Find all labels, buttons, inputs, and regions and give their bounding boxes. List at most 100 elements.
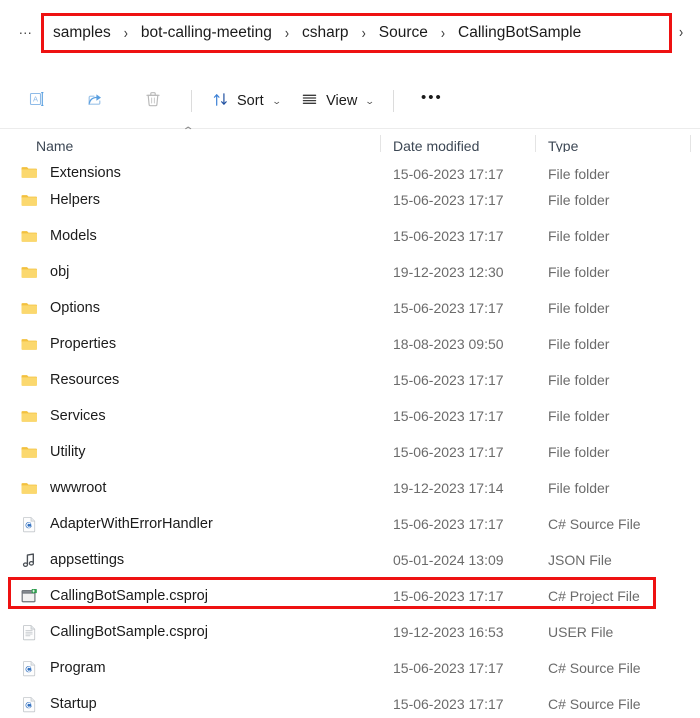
folder-icon xyxy=(20,227,39,246)
file-type-cell: File folder xyxy=(548,264,610,280)
file-row[interactable]: Properties 18-08-2023 09:50 File folder xyxy=(0,326,700,362)
breadcrumb-trailing-chevron-icon[interactable]: › xyxy=(679,23,683,41)
file-name-cell[interactable]: Services xyxy=(0,407,380,426)
breadcrumb-overflow-button[interactable]: … xyxy=(13,17,39,49)
chevron-down-icon: ⌄ xyxy=(271,95,282,106)
file-name-label: AdapterWithErrorHandler xyxy=(50,516,213,532)
generic-file-icon xyxy=(20,623,39,642)
file-name-cell[interactable]: obj xyxy=(0,263,380,282)
file-name-label: Properties xyxy=(50,336,117,352)
file-row[interactable]: Options 15-06-2023 17:17 File folder xyxy=(0,290,700,326)
file-name-cell[interactable]: Startup xyxy=(0,695,380,714)
breadcrumb-separator-icon: › xyxy=(123,24,128,42)
file-type-cell: C# Project File xyxy=(548,588,640,604)
folder-icon xyxy=(20,407,39,426)
breadcrumb-item-bot-calling-meeting[interactable]: bot-calling-meeting xyxy=(132,21,281,45)
file-date-modified-cell: 15-06-2023 17:17 xyxy=(393,696,504,712)
rename-button[interactable]: A xyxy=(10,84,64,118)
file-type-cell: File folder xyxy=(548,192,610,208)
file-type-cell: File folder xyxy=(548,480,610,496)
breadcrumb-item-source[interactable]: Source xyxy=(370,21,437,45)
command-bar: A Sort ⌄ View ⌄ ••• xyxy=(0,74,700,129)
file-date-modified-cell: 15-06-2023 17:17 xyxy=(393,228,504,244)
delete-button[interactable] xyxy=(126,84,180,118)
command-bar-divider xyxy=(392,90,394,112)
file-type-cell: File folder xyxy=(548,336,610,352)
file-type-cell: File folder xyxy=(548,166,610,182)
file-name-label: Utility xyxy=(50,444,86,460)
breadcrumb-separator-icon: › xyxy=(440,24,446,42)
file-type-cell: JSON File xyxy=(548,552,612,568)
file-row[interactable]: wwwroot 19-12-2023 17:14 File folder xyxy=(0,470,700,506)
file-name-label: Startup xyxy=(50,696,97,712)
csharp-file-icon xyxy=(20,695,39,714)
sort-button[interactable]: Sort ⌄ xyxy=(203,84,288,118)
breadcrumb-item-csharp[interactable]: csharp xyxy=(293,21,358,45)
file-name-cell[interactable]: Resources xyxy=(0,371,380,390)
file-date-modified-cell: 19-12-2023 12:30 xyxy=(393,264,504,280)
view-button[interactable]: View ⌄ xyxy=(292,84,382,118)
file-type-cell: C# Source File xyxy=(548,516,641,532)
folder-icon xyxy=(20,479,39,498)
breadcrumb-item-callingbotsample[interactable]: CallingBotSample xyxy=(449,21,590,45)
file-name-label: Program xyxy=(50,660,106,676)
file-name-label: CallingBotSample.csproj xyxy=(50,588,208,604)
sort-label: Sort xyxy=(237,93,264,109)
file-row[interactable]: Models 15-06-2023 17:17 File folder xyxy=(0,218,700,254)
file-name-label: CallingBotSample.csproj xyxy=(50,624,208,640)
file-date-modified-cell: 15-06-2023 17:17 xyxy=(393,516,504,532)
file-row[interactable]: Resources 15-06-2023 17:17 File folder xyxy=(0,362,700,398)
file-name-label: wwwroot xyxy=(50,480,107,496)
file-name-cell[interactable]: Models xyxy=(0,227,380,246)
file-name-label: Helpers xyxy=(50,192,100,208)
file-date-modified-cell: 05-01-2024 13:09 xyxy=(393,552,504,568)
file-name-cell[interactable]: Properties xyxy=(0,335,380,354)
breadcrumb-separator-icon: › xyxy=(361,24,366,42)
file-name-cell[interactable]: CallingBotSample.csproj xyxy=(0,623,380,642)
breadcrumb-item-samples[interactable]: samples xyxy=(44,21,120,45)
file-date-modified-cell: 15-06-2023 17:17 xyxy=(393,588,504,604)
file-name-cell[interactable]: CallingBotSample.csproj xyxy=(0,587,380,606)
file-name-cell[interactable]: Options xyxy=(0,299,380,318)
file-name-cell[interactable]: Utility xyxy=(0,443,380,462)
file-row[interactable]: appsettings 05-01-2024 13:09 JSON File xyxy=(0,542,700,578)
json-file-icon xyxy=(20,551,39,570)
file-date-modified-cell: 15-06-2023 17:17 xyxy=(393,166,504,182)
file-type-cell: File folder xyxy=(548,444,610,460)
file-date-modified-cell: 15-06-2023 17:17 xyxy=(393,408,504,424)
file-date-modified-cell: 18-08-2023 09:50 xyxy=(393,336,504,352)
folder-icon xyxy=(20,299,39,318)
file-type-cell: USER File xyxy=(548,624,614,640)
csproj-file-icon xyxy=(20,587,39,606)
file-row[interactable]: Utility 15-06-2023 17:17 File folder xyxy=(0,434,700,470)
file-row[interactable]: obj 19-12-2023 12:30 File folder xyxy=(0,254,700,290)
svg-text:A: A xyxy=(33,95,38,104)
breadcrumb-separator-icon: › xyxy=(284,24,290,42)
file-row[interactable]: Startup 15-06-2023 17:17 C# Source File xyxy=(0,686,700,718)
file-name-cell[interactable]: Helpers xyxy=(0,191,380,210)
share-button[interactable] xyxy=(68,84,122,118)
file-type-cell: C# Source File xyxy=(548,696,641,712)
file-type-cell: File folder xyxy=(548,372,610,388)
file-row[interactable]: AdapterWithErrorHandler 15-06-2023 17:17 C… xyxy=(0,506,700,542)
file-name-cell[interactable]: wwwroot xyxy=(0,479,380,498)
chevron-down-icon: ⌄ xyxy=(364,95,376,106)
file-name-cell[interactable]: Extensions xyxy=(0,163,380,182)
file-date-modified-cell: 19-12-2023 17:14 xyxy=(393,480,504,496)
file-name-cell[interactable]: Program xyxy=(0,659,380,678)
file-row[interactable]: CallingBotSample.csproj 15-06-2023 17:17 C… xyxy=(0,578,700,614)
more-options-button[interactable]: ••• xyxy=(405,84,459,118)
file-row[interactable]: CallingBotSample.csproj 19-12-2023 16:53 U… xyxy=(0,614,700,650)
file-row[interactable]: Program 15-06-2023 17:17 C# Source File xyxy=(0,650,700,686)
file-name-cell[interactable]: AdapterWithErrorHandler xyxy=(0,515,380,534)
file-explorer-window: … samples › bot-calling-meeting › csharp… xyxy=(0,0,700,718)
file-date-modified-cell: 15-06-2023 17:17 xyxy=(393,444,504,460)
file-date-modified-cell: 15-06-2023 17:17 xyxy=(393,192,504,208)
delete-icon xyxy=(143,89,163,113)
file-list[interactable]: Extensions 15-06-2023 17:17 File folder He… xyxy=(0,152,700,718)
file-row[interactable]: Helpers 15-06-2023 17:17 File folder xyxy=(0,182,700,218)
file-row[interactable]: Services 15-06-2023 17:17 File folder xyxy=(0,398,700,434)
folder-icon xyxy=(20,443,39,462)
file-type-cell: File folder xyxy=(548,228,610,244)
file-name-cell[interactable]: appsettings xyxy=(0,551,380,570)
